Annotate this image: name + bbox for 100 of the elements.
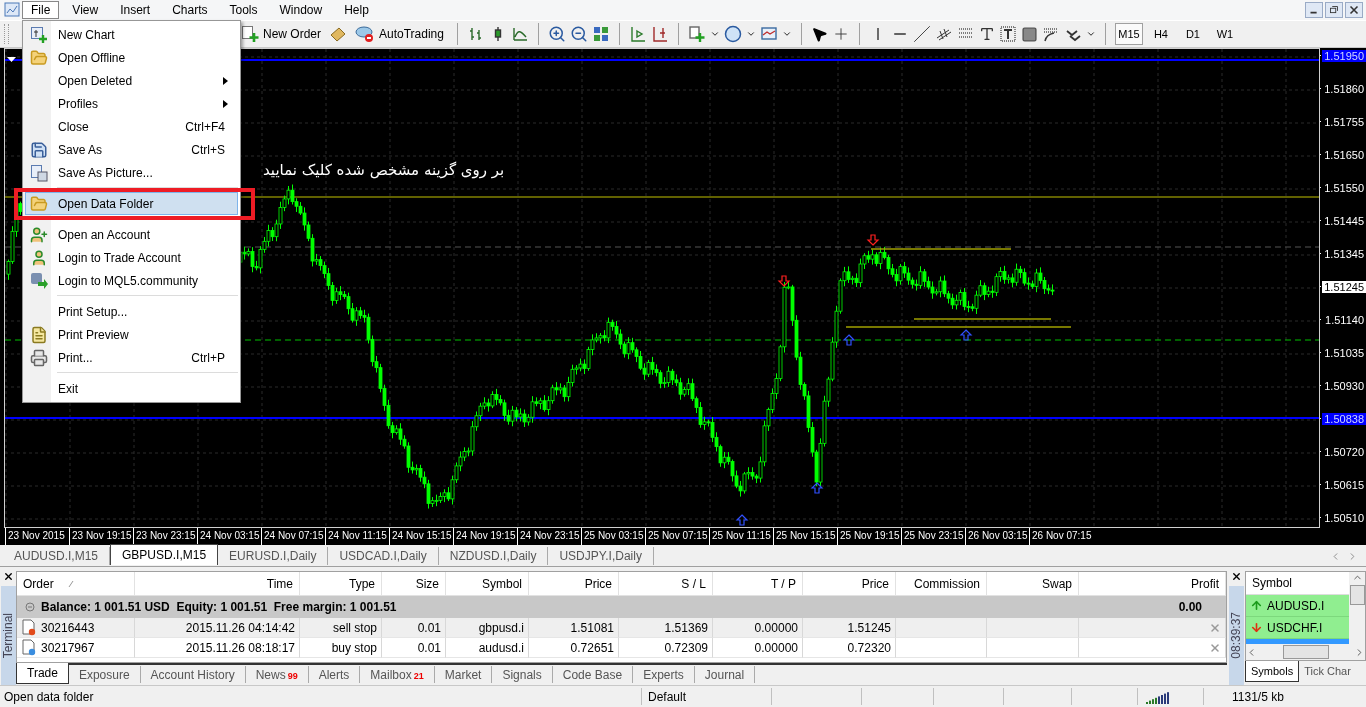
menu-item[interactable]: Print Setup... [25,300,238,323]
symbol-row[interactable]: USDCHF.I [1246,617,1349,639]
menu-item[interactable]: Window [270,1,332,19]
menu-item[interactable]: Help [335,1,378,19]
login-arrow-icon [30,271,48,290]
up-arrow-marker [959,329,973,341]
close-icon[interactable] [2,571,14,582]
terminal-title: Terminal [1,612,15,659]
triangle-icon[interactable] [7,57,16,62]
caret-icon[interactable] [1085,29,1096,39]
terminal-tab[interactable]: Trade [16,663,69,684]
price-label: 1.50615 [1323,478,1365,491]
menu-item[interactable]: Profiles [25,92,238,115]
print-preview-icon [30,325,48,344]
clock-icon[interactable] [723,25,742,43]
timeframe-button[interactable]: D1 [1178,23,1207,45]
autotrading-button[interactable]: AutoTrading [351,22,448,46]
cursor-icon[interactable] [810,25,828,43]
vertical-scrollbar[interactable] [1349,572,1365,644]
terminal-tab[interactable]: Journal [694,666,756,683]
terminal-tab[interactable]: Account History [140,666,246,683]
rectangle-icon[interactable] [1020,25,1038,43]
sort-icon [67,579,74,588]
book-icon[interactable] [329,25,347,43]
menu-item[interactable]: Open Deleted [25,69,238,92]
chart-tab[interactable]: NZDUSD.I,Daily [438,547,549,565]
traffic-text: 1131/5 kb [1232,689,1284,704]
close-icon[interactable] [1230,571,1242,582]
restore-icon[interactable] [1325,2,1343,18]
menu-item[interactable]: Open Offline [25,46,238,69]
zoom-out-icon[interactable] [569,25,588,43]
chart-tab[interactable]: GBPUSD.I,M15 [110,544,219,565]
collapse-icon[interactable] [25,602,35,612]
menu-item[interactable]: View [63,1,108,19]
caret-icon[interactable] [745,29,756,39]
menu-item[interactable]: Login to Trade Account [25,246,238,269]
menu-item[interactable]: Charts [163,1,217,19]
menu-item[interactable]: Open an Account [25,223,238,246]
panel-tab[interactable]: Tick Char [1299,661,1356,680]
menu-item[interactable]: Login to MQL5.community [25,269,238,292]
zoom-in-icon[interactable] [547,25,566,43]
menu-item[interactable]: Tools [220,1,267,19]
menu-item[interactable]: Save As Picture... [25,161,238,184]
annotation-text: بر روی گزینه مشخص شده کلیک نمایید [263,161,505,179]
text-icon[interactable] [978,26,995,42]
level-price-label: 1.51950 [1322,49,1366,62]
menu-item[interactable]: Open Data Folder [25,192,238,215]
terminal-tab[interactable]: Code Base [552,666,634,683]
terminal-tab[interactable]: Market [434,666,493,683]
app-icon[interactable] [4,2,20,18]
fibonacci-fan-icon[interactable] [1041,25,1060,43]
trend-line-icon[interactable] [912,25,931,43]
order-number: 30216443 [41,620,95,635]
menu-item[interactable]: Insert [111,1,160,19]
menu-item[interactable]: Save As Ctrl+S [25,138,238,161]
profit-total: 0.00 [1178,600,1202,614]
symbol-row[interactable]: AUDUSD.I [1246,595,1349,617]
folder-icon [30,48,48,67]
menu-item[interactable]: Print Preview [25,323,238,346]
down-arrow-marker [866,234,880,246]
caret-icon[interactable] [709,29,720,39]
menu-item[interactable]: New Chart [25,23,238,46]
panel-tab[interactable]: Symbols [1245,661,1300,682]
timeframe-button[interactable]: W1 [1210,23,1239,45]
terminal-tab[interactable]: Signals [492,666,553,683]
status-message: Open data folder [4,689,94,704]
shortcut-text: Ctrl+F4 [185,119,225,134]
new-order-icon [241,25,259,43]
text-label-icon[interactable] [998,25,1017,43]
menu-item[interactable]: Close Ctrl+F4 [25,115,238,138]
chart-tab[interactable]: EURUSD.I,Daily [218,547,329,565]
close-icon[interactable] [1345,2,1363,18]
add-indicator-icon[interactable] [687,25,706,43]
new-order-button[interactable]: New Order [237,22,325,46]
printer-icon [30,348,48,367]
menu-item[interactable]: Print... Ctrl+P [25,346,238,369]
terminal-tab[interactable]: Alerts [308,666,361,683]
chart-tab[interactable]: USDJPY.I,Daily [548,547,654,565]
terminal-tab[interactable]: Mailbox 21 [360,666,435,683]
tile-windows-icon[interactable] [591,25,610,43]
terminal-tab[interactable]: Experts [633,666,695,683]
table-cell: 0.72320 [803,638,896,658]
price-label: 1.50720 [1323,445,1365,458]
horizontal-scrollbar[interactable] [1246,644,1365,660]
menu-item[interactable]: Exit [25,377,238,400]
timeframe-button[interactable]: M15 [1114,23,1143,45]
caret-icon[interactable] [781,29,792,39]
table-cell: 0.01 [382,638,446,658]
chart-tab[interactable]: USDCAD.I,Daily [328,547,439,565]
template-icon[interactable] [759,25,778,43]
current-price-label: 1.51245 [1322,280,1366,293]
menu-item[interactable]: File [22,1,60,19]
order-icon [21,619,37,636]
chart-shift-icon[interactable] [628,25,647,43]
terminal-tab[interactable]: Exposure [68,666,141,683]
up-arrow-marker [842,334,856,346]
line-chart-icon[interactable] [510,25,529,43]
timeframe-button[interactable]: H4 [1146,23,1175,45]
auto-scroll-icon[interactable] [650,25,669,43]
terminal-tab[interactable]: News 99 [245,666,309,683]
